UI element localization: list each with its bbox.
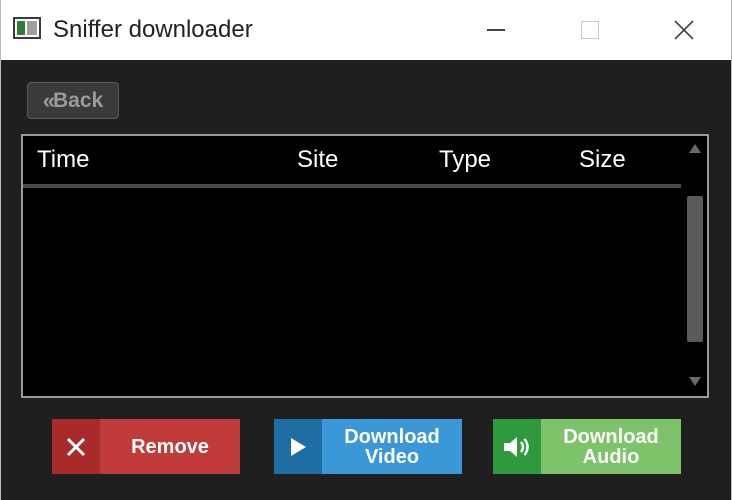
- download-audio-label-line1: Download: [563, 425, 659, 448]
- scroll-up-arrow-icon[interactable]: [689, 144, 701, 153]
- close-icon: [674, 20, 694, 40]
- minimize-button[interactable]: [473, 8, 519, 52]
- play-icon: [274, 419, 322, 474]
- title-bar: Sniffer downloader: [1, 0, 731, 60]
- app-window-icon: [13, 17, 41, 39]
- maximize-icon: [581, 21, 599, 39]
- remove-button[interactable]: Remove: [52, 419, 240, 474]
- download-video-label-line1: Download: [344, 425, 440, 448]
- window-title: Sniffer downloader: [53, 16, 253, 43]
- column-header-time[interactable]: Time: [37, 146, 89, 174]
- maximize-button[interactable]: [567, 8, 613, 52]
- back-button[interactable]: « Back: [27, 82, 119, 119]
- remove-label: Remove: [131, 435, 209, 458]
- speaker-icon: [493, 419, 541, 474]
- download-audio-button[interactable]: Download Audio: [493, 419, 681, 474]
- column-header-site[interactable]: Site: [297, 146, 338, 174]
- list-rows[interactable]: [23, 188, 681, 396]
- back-label: Back: [53, 88, 104, 112]
- list-header: Time Site Type Size: [23, 136, 681, 184]
- scroll-thumb[interactable]: [687, 196, 703, 342]
- close-x-icon: [52, 419, 100, 474]
- app-window: Sniffer downloader « Back Time Site Type…: [0, 0, 732, 500]
- scroll-down-arrow-icon[interactable]: [689, 377, 701, 386]
- column-header-size[interactable]: Size: [579, 146, 626, 174]
- download-video-label-line2: Video: [364, 445, 420, 468]
- download-audio-label-line2: Audio: [582, 445, 640, 468]
- column-header-type[interactable]: Type: [439, 146, 491, 174]
- minimize-icon: [487, 29, 505, 31]
- double-chevron-left-icon: «: [42, 87, 55, 113]
- vertical-scrollbar[interactable]: [683, 136, 707, 396]
- download-video-button[interactable]: Download Video: [274, 419, 462, 474]
- close-window-button[interactable]: [661, 8, 707, 52]
- sniffed-media-list[interactable]: Time Site Type Size: [21, 134, 709, 398]
